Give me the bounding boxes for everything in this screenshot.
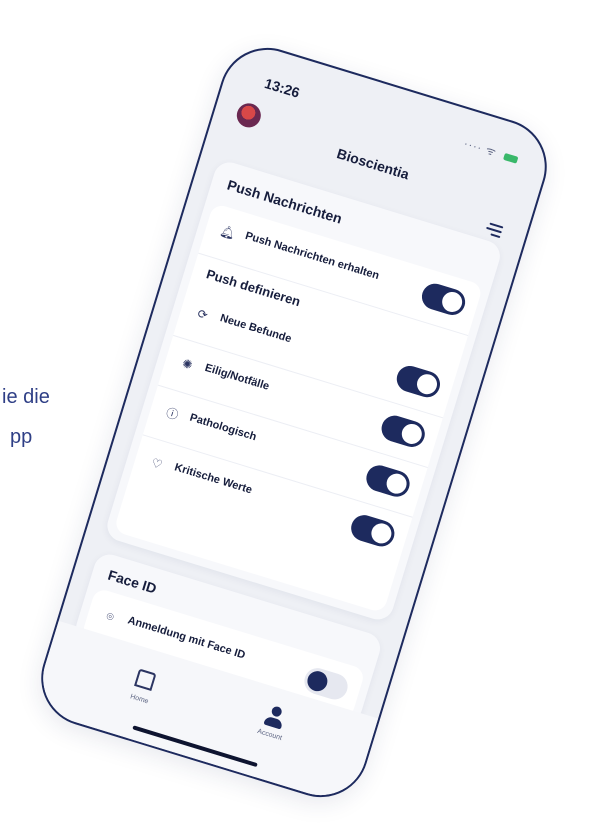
push-item-toggle-eilig[interactable] bbox=[378, 412, 429, 451]
push-item-label: Neue Befunde bbox=[218, 312, 293, 346]
push-card: Push Nachrichten 🔔︎ Push Nachrichten erh… bbox=[103, 158, 504, 624]
menu-icon[interactable] bbox=[485, 222, 504, 239]
push-settings-list: 🔔︎ Push Nachrichten erhalten Push defini… bbox=[113, 202, 484, 614]
status-indicators: ···· ᯤ bbox=[462, 136, 520, 167]
signal-wifi-icon: ···· ᯤ bbox=[462, 137, 499, 160]
home-indicator bbox=[132, 725, 258, 768]
account-icon bbox=[261, 704, 288, 731]
face-id-icon: ⌾ bbox=[104, 608, 116, 625]
push-receive-label: Push Nachrichten erhalten bbox=[243, 229, 381, 283]
battery-icon bbox=[503, 152, 519, 164]
push-item-label: Kritische Werte bbox=[173, 461, 254, 497]
bell-icon: 🔔︎ bbox=[218, 223, 238, 242]
home-icon bbox=[131, 668, 158, 695]
background-text-line2: pp bbox=[10, 426, 33, 448]
push-item-toggle-pathologisch[interactable] bbox=[363, 462, 413, 500]
push-receive-toggle[interactable] bbox=[418, 280, 469, 319]
siren-icon: ✺ bbox=[180, 356, 195, 373]
tab-home[interactable]: Home bbox=[110, 659, 178, 712]
push-item-label: Eilig/Notfälle bbox=[203, 361, 271, 393]
refresh-icon: ⟳ bbox=[195, 306, 210, 323]
tab-account[interactable]: Account bbox=[240, 698, 307, 747]
push-item-toggle-kritische-werte[interactable] bbox=[347, 511, 398, 550]
phone-frame: 13:26 ···· ᯤ Bioscientia Push Nachrichte… bbox=[29, 35, 559, 810]
alert-circle-icon: ⓘ bbox=[164, 405, 180, 423]
status-time: 13:26 bbox=[262, 75, 302, 101]
heart-pulse-icon: ♡ bbox=[149, 455, 165, 472]
background-text-line1: ie die bbox=[2, 386, 50, 408]
push-item-label: Pathologisch bbox=[188, 411, 258, 444]
push-item-toggle-neue-befunde[interactable] bbox=[393, 362, 444, 401]
